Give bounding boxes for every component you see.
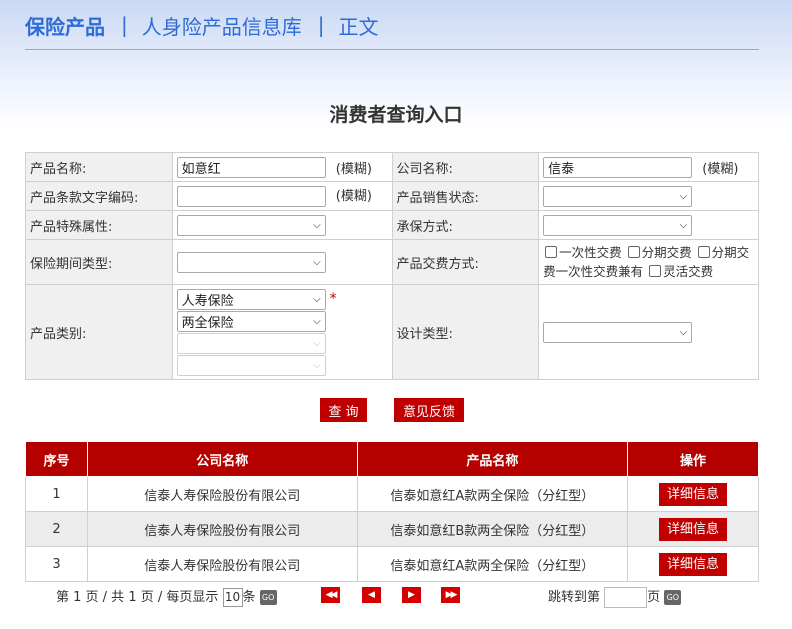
- chevron-down-icon: ⌵: [679, 326, 688, 338]
- payment-label: 产品交费方式:: [391, 239, 540, 285]
- payment-checkbox-installment[interactable]: [627, 246, 640, 258]
- fuzzy-hint: (模糊): [335, 161, 372, 177]
- pagination: 第 1 页 / 共 1 页 / 每页显示 10 条 GO ◀◀ ◀ ▶ ▶▶ 跳转…: [0, 584, 792, 608]
- detail-button[interactable]: 详细信息: [659, 552, 728, 576]
- prev-page-icon[interactable]: ◀: [362, 587, 381, 603]
- fuzzy-hint: (模糊): [335, 189, 372, 204]
- jump-to-page: 跳转到第 页 GO: [548, 586, 682, 608]
- table-row: 1 信泰人寿保险股份有限公司 信泰如意红A款两全保险（分红型） 详细信息: [25, 476, 759, 512]
- column-header-company: 公司名称: [86, 441, 358, 477]
- feedback-button[interactable]: 意见反馈: [394, 398, 464, 422]
- column-header-action: 操作: [627, 441, 759, 477]
- breadcrumb-level3: 正文: [338, 14, 379, 39]
- search-form: 产品名称: (模糊) 公司名称: (模糊) 产品条款文字编码: (模糊) 产品销…: [25, 152, 759, 380]
- row-company: 信泰人寿保险股份有限公司: [86, 476, 358, 512]
- row-product: 信泰如意红A款两全保险（分红型）: [356, 546, 629, 582]
- required-mark: *: [329, 291, 337, 307]
- payment-options: 一次性交费 分期交费 分期交费一次性交费兼有 灵活交费: [543, 245, 750, 279]
- breadcrumb: 保险产品 | 人身险产品信息库 | 正文: [25, 10, 379, 40]
- sales-status-label: 产品销售状态:: [391, 181, 540, 211]
- chevron-down-icon: ⌵: [313, 219, 321, 231]
- per-page-go-button[interactable]: GO: [259, 590, 277, 605]
- category-selects: 人寿保险 ⌵ * 两全保险 ⌵ ⌵ ⌵: [176, 288, 388, 376]
- row-company: 信泰人寿保险股份有限公司: [86, 511, 358, 547]
- column-header-no: 序号: [25, 441, 88, 477]
- table-row: 2 信泰人寿保险股份有限公司 信泰如意红B款两全保险（分红型） 详细信息: [25, 511, 759, 547]
- last-page-icon[interactable]: ▶▶: [441, 587, 460, 603]
- row-no: 1: [25, 476, 88, 512]
- payment-checkbox-flexible[interactable]: [649, 265, 662, 277]
- query-button[interactable]: 查 询: [320, 398, 367, 422]
- category-label: 产品类别:: [25, 284, 173, 380]
- special-attr-label: 产品特殊属性:: [25, 210, 173, 240]
- jump-page-input[interactable]: [604, 587, 648, 608]
- per-page-input[interactable]: 10: [222, 588, 243, 607]
- results-table: 序号 公司名称 产品名称 操作 1 信泰人寿保险股份有限公司 信泰如意红A款两全…: [25, 441, 759, 582]
- jump-go-button[interactable]: GO: [664, 590, 682, 605]
- chevron-down-icon: ⌵: [313, 315, 321, 327]
- chevron-down-icon: ⌵: [313, 293, 321, 305]
- category-select-2[interactable]: 两全保险 ⌵: [176, 310, 326, 332]
- sales-status-select[interactable]: ⌵: [543, 185, 693, 207]
- row-product: 信泰如意红B款两全保险（分红型）: [356, 511, 629, 547]
- column-header-product: 产品名称: [356, 441, 629, 477]
- chevron-down-icon: ⌵: [313, 359, 321, 371]
- detail-button[interactable]: 详细信息: [659, 482, 728, 506]
- fuzzy-hint: (模糊): [702, 161, 739, 177]
- page-title: 消费者查询入口: [329, 104, 463, 126]
- pagination-info: 第 1 页 / 共 1 页 / 每页显示 10 条 GO: [56, 586, 277, 607]
- special-attr-select[interactable]: ⌵: [176, 214, 326, 236]
- payment-checkbox-both[interactable]: [697, 246, 710, 258]
- chevron-down-icon: ⌵: [679, 190, 688, 202]
- chevron-down-icon: ⌵: [679, 219, 688, 231]
- category-select-4[interactable]: ⌵: [176, 354, 326, 376]
- breadcrumb-home[interactable]: 保险产品: [25, 11, 105, 40]
- row-no: 2: [25, 511, 88, 547]
- chevron-down-icon: ⌵: [313, 256, 321, 268]
- product-name-label: 产品名称:: [25, 152, 173, 182]
- underwriting-select[interactable]: ⌵: [543, 214, 693, 236]
- breadcrumb-separator: |: [121, 13, 128, 37]
- payment-checkbox-lump-sum[interactable]: [545, 246, 558, 258]
- product-name-input[interactable]: [176, 156, 326, 178]
- first-page-icon[interactable]: ◀◀: [321, 587, 340, 603]
- row-no: 3: [25, 546, 88, 582]
- category-select-1[interactable]: 人寿保险 ⌵: [176, 288, 326, 310]
- category-select-3[interactable]: ⌵: [176, 332, 326, 354]
- breadcrumb-divider: [25, 49, 759, 50]
- row-product: 信泰如意红A款两全保险（分红型）: [356, 476, 629, 512]
- company-name-input[interactable]: [543, 156, 693, 178]
- breadcrumb-level2[interactable]: 人身险产品信息库: [142, 11, 302, 40]
- company-name-label: 公司名称:: [391, 152, 540, 182]
- next-page-icon[interactable]: ▶: [402, 587, 421, 603]
- period-type-label: 保险期间类型:: [25, 239, 173, 285]
- table-header-row: 序号 公司名称 产品名称 操作: [25, 441, 759, 477]
- design-type-select[interactable]: ⌵: [543, 321, 693, 343]
- clause-code-label: 产品条款文字编码:: [25, 181, 173, 211]
- period-type-select[interactable]: ⌵: [176, 251, 326, 273]
- breadcrumb-separator: |: [317, 13, 325, 37]
- row-company: 信泰人寿保险股份有限公司: [86, 546, 358, 582]
- detail-button[interactable]: 详细信息: [659, 517, 728, 541]
- table-row: 3 信泰人寿保险股份有限公司 信泰如意红A款两全保险（分红型） 详细信息: [25, 546, 759, 582]
- chevron-down-icon: ⌵: [313, 337, 321, 349]
- clause-code-input[interactable]: [176, 186, 326, 207]
- underwriting-label: 承保方式:: [391, 210, 540, 240]
- design-type-label: 设计类型:: [391, 284, 540, 380]
